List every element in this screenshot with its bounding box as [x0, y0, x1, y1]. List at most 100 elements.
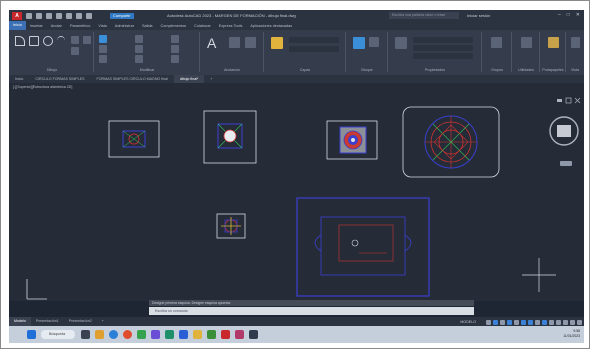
fillet-icon[interactable]	[171, 45, 179, 53]
grid-icon[interactable]	[486, 320, 491, 325]
base-view-icon[interactable]	[571, 37, 580, 48]
tab-administrar[interactable]: Administrar	[111, 24, 138, 28]
excel-icon[interactable]	[207, 330, 216, 339]
tab-aplicaciones[interactable]: Aplicaciones destacadas	[246, 24, 296, 28]
selection-cycling-icon[interactable]	[549, 320, 554, 325]
drawing-viewport[interactable]: [-][Superior][Estructura alámbrica 2D]	[9, 83, 584, 301]
tab-anotar[interactable]: Anotar	[47, 24, 66, 28]
snap-icon[interactable]	[493, 320, 498, 325]
move-icon[interactable]	[99, 35, 107, 43]
customize-icon[interactable]	[577, 320, 582, 325]
insert-block-icon[interactable]	[353, 37, 365, 49]
undo-icon[interactable]	[76, 12, 82, 19]
file-tab[interactable]: CIRCULO FORMAS SIMPLES	[29, 75, 90, 83]
scale-icon[interactable]	[135, 55, 143, 63]
start-icon[interactable]	[27, 330, 36, 339]
autocad-logo-icon[interactable]: A	[12, 11, 22, 20]
new-tab-icon[interactable]: +	[204, 75, 218, 83]
ellipse-icon[interactable]	[83, 36, 91, 44]
hatch-icon[interactable]	[71, 47, 79, 55]
word-icon[interactable]	[179, 330, 188, 339]
paste-icon[interactable]	[548, 37, 559, 48]
tab-vista[interactable]: Vista	[94, 24, 110, 28]
store-icon[interactable]	[137, 330, 146, 339]
viewcube-icon[interactable]	[549, 116, 579, 146]
lineweight-dropdown[interactable]	[413, 53, 473, 59]
circle-icon[interactable]	[43, 36, 53, 46]
teams-icon[interactable]	[151, 330, 160, 339]
layer-dropdown[interactable]	[289, 37, 339, 43]
text-icon[interactable]: A	[207, 35, 216, 51]
linetype-dropdown[interactable]	[413, 45, 473, 51]
ortho-icon[interactable]	[500, 320, 505, 325]
new-file-icon[interactable]	[26, 12, 32, 19]
save-icon[interactable]	[46, 12, 52, 19]
tab-express-tools[interactable]: Express Tools	[215, 24, 247, 28]
group-icon[interactable]	[491, 37, 502, 48]
app-icon[interactable]	[165, 330, 174, 339]
match-properties-icon[interactable]	[395, 37, 407, 49]
tab-salida[interactable]: Salida	[138, 24, 157, 28]
viewport-window-controls[interactable]	[557, 97, 581, 104]
polar-icon[interactable]	[507, 320, 512, 325]
folder-icon[interactable]	[193, 330, 202, 339]
tab-modelo[interactable]: Modelo	[9, 317, 31, 326]
autocad-taskbar-icon[interactable]	[221, 330, 230, 339]
arc-icon[interactable]	[57, 36, 65, 45]
mirror-icon[interactable]	[135, 45, 143, 53]
dimension-icon[interactable]	[229, 37, 240, 48]
tab-parametrico[interactable]: Paramétrico	[66, 24, 94, 28]
polyline-icon[interactable]	[29, 36, 39, 46]
layer-state-dropdown[interactable]	[289, 46, 339, 52]
trim-icon[interactable]	[171, 35, 179, 43]
close-icon[interactable]: ✕	[576, 12, 580, 18]
create-block-icon[interactable]	[369, 37, 379, 47]
search-input[interactable]: Escriba una palabra clave o frase	[389, 12, 459, 19]
taskbar-search[interactable]: Búsqueda	[41, 330, 75, 339]
lineweight-icon[interactable]	[535, 320, 540, 325]
color-dropdown[interactable]	[413, 37, 473, 43]
rotate-icon[interactable]	[135, 35, 143, 43]
sign-in-link[interactable]: Iniciar sesión	[467, 13, 490, 18]
file-explorer-icon[interactable]	[95, 330, 104, 339]
tab-presentacion1[interactable]: Presentación1	[31, 317, 64, 326]
file-tab[interactable]: FORMAS SIMPLES CIRCULO MAGNO final	[91, 75, 174, 83]
chrome-icon[interactable]	[123, 330, 132, 339]
system-tray-clock[interactable]: 9:58 11/01/2023	[563, 329, 580, 338]
tab-complementos[interactable]: Complementos	[157, 24, 191, 28]
file-tab-inicio[interactable]: Inicio	[9, 75, 29, 83]
open-file-icon[interactable]	[36, 12, 42, 19]
tab-inicio[interactable]: Inicio	[9, 21, 26, 30]
layer-properties-icon[interactable]	[271, 37, 283, 49]
wcs-dropdown[interactable]	[560, 161, 572, 166]
save-as-icon[interactable]	[56, 12, 62, 19]
tab-insertar[interactable]: Insertar	[26, 24, 47, 28]
table-icon[interactable]	[245, 37, 256, 48]
transparency-icon[interactable]	[542, 320, 547, 325]
maximize-icon[interactable]: □	[567, 12, 570, 18]
share-button[interactable]: Compartir	[110, 12, 134, 19]
command-input[interactable]: Escriba un comando	[149, 307, 474, 315]
isodraft-icon[interactable]	[514, 320, 519, 325]
drawing-canvas[interactable]	[9, 83, 584, 301]
array-icon[interactable]	[171, 55, 179, 63]
plot-icon[interactable]	[66, 12, 72, 19]
osnap-icon[interactable]	[521, 320, 526, 325]
tab-presentacion2[interactable]: Presentación2	[64, 317, 97, 326]
add-layout-icon[interactable]: +	[97, 317, 109, 326]
otrack-icon[interactable]	[528, 320, 533, 325]
rectangle-icon[interactable]	[71, 36, 79, 44]
minimize-icon[interactable]: –	[558, 12, 561, 18]
measure-icon[interactable]	[521, 37, 532, 48]
line-icon[interactable]	[15, 36, 25, 46]
annotation-scale-icon[interactable]	[556, 320, 561, 325]
stretch-icon[interactable]	[99, 55, 107, 63]
units-icon[interactable]	[570, 320, 575, 325]
app-icon-3[interactable]	[249, 330, 258, 339]
task-view-icon[interactable]	[81, 330, 90, 339]
app-icon-2[interactable]	[235, 330, 244, 339]
copy-icon[interactable]	[99, 45, 107, 53]
edge-icon[interactable]	[109, 330, 118, 339]
file-tab-active[interactable]: dibujo final*	[173, 75, 205, 83]
tab-colaborar[interactable]: Colaborar	[190, 24, 215, 28]
